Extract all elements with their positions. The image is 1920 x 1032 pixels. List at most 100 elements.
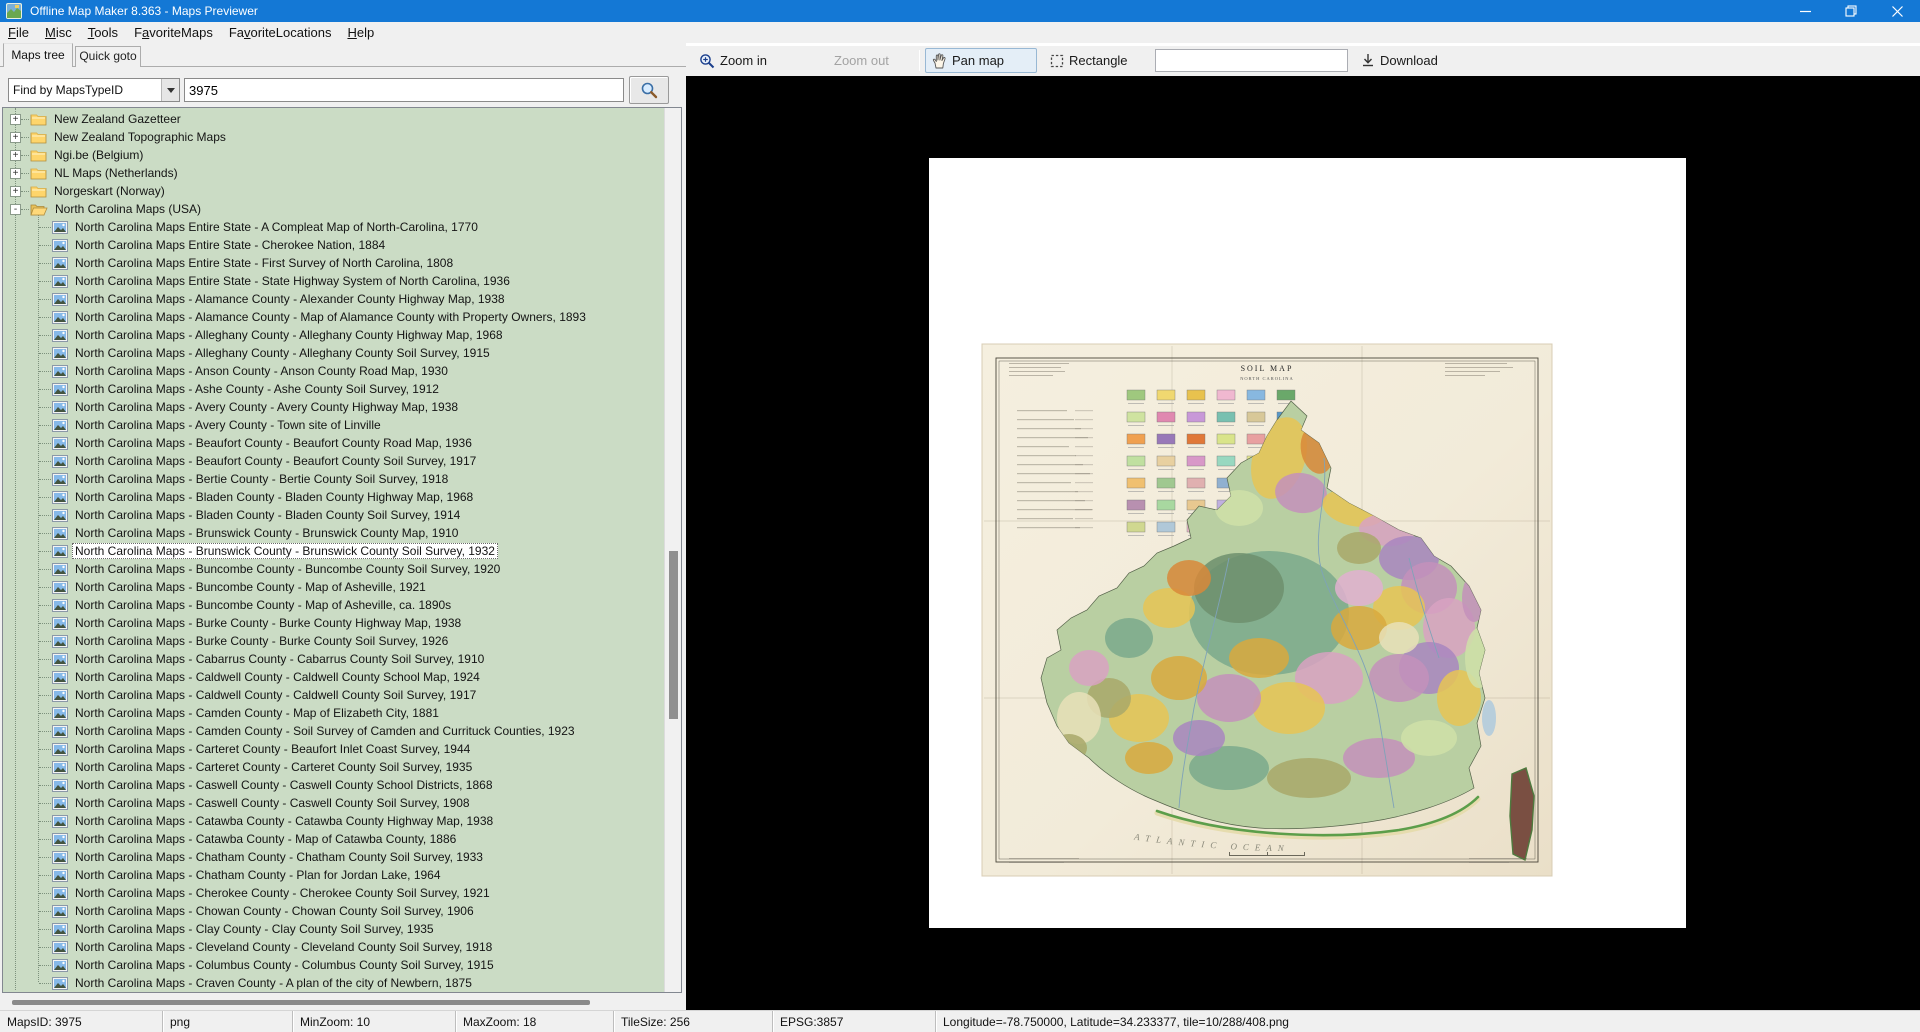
tree-item[interactable]: North Carolina Maps - Camden County - So… bbox=[3, 722, 664, 740]
tree-item[interactable]: North Carolina Maps - Cabarrus County - … bbox=[3, 650, 664, 668]
tree-connector bbox=[39, 461, 51, 462]
tree-item[interactable]: North Carolina Maps - Bladen County - Bl… bbox=[3, 506, 664, 524]
minimize-button[interactable] bbox=[1782, 0, 1828, 22]
zoom-in-button[interactable]: Zoom in bbox=[692, 48, 774, 73]
tab-quick-goto[interactable]: Quick goto bbox=[75, 46, 141, 67]
tree-item[interactable]: North Carolina Maps - Chatham County - C… bbox=[3, 848, 664, 866]
tree-horizontal-scrollbar[interactable] bbox=[0, 995, 686, 1009]
rectangle-button[interactable]: Rectangle bbox=[1043, 48, 1135, 73]
menu-item-favoritelocations[interactable]: FavoriteLocations bbox=[221, 23, 340, 42]
tab-maps-tree[interactable]: Maps tree bbox=[3, 43, 73, 67]
menu-item-tools[interactable]: Tools bbox=[80, 23, 126, 42]
tree-item[interactable]: North Carolina Maps - Buncombe County - … bbox=[3, 578, 664, 596]
tree-item[interactable]: North Carolina Maps - Alamance County - … bbox=[3, 290, 664, 308]
tree-folder[interactable]: - North Carolina Maps (USA) bbox=[3, 200, 664, 218]
tree-item[interactable]: North Carolina Maps - Catawba County - M… bbox=[3, 830, 664, 848]
tree-item-label: North Carolina Maps - Burke County - Bur… bbox=[72, 615, 464, 631]
tree-item[interactable]: North Carolina Maps - Camden County - Ma… bbox=[3, 704, 664, 722]
tree-item[interactable]: North Carolina Maps - Caswell County - C… bbox=[3, 794, 664, 812]
tree-item[interactable]: North Carolina Maps Entire State - A Com… bbox=[3, 218, 664, 236]
tree-connector bbox=[39, 407, 51, 408]
restore-button[interactable] bbox=[1828, 0, 1874, 22]
expand-icon[interactable]: + bbox=[10, 132, 21, 143]
tree-connector bbox=[39, 245, 51, 246]
tree-item[interactable]: North Carolina Maps - Alleghany County -… bbox=[3, 344, 664, 362]
tree-folder[interactable]: +New Zealand Gazetteer bbox=[3, 110, 664, 128]
tree-vertical-scrollbar[interactable] bbox=[664, 108, 681, 992]
tree-item[interactable]: North Carolina Maps - Burke County - Bur… bbox=[3, 614, 664, 632]
expand-icon[interactable]: + bbox=[10, 186, 21, 197]
tree-item-label: North Carolina Maps - Cleveland County -… bbox=[72, 939, 495, 955]
tree-folder[interactable]: +Norgeskart (Norway) bbox=[3, 182, 664, 200]
tree-folder[interactable]: +NL Maps (Netherlands) bbox=[3, 164, 664, 182]
tree-folder[interactable]: +New Zealand Topographic Maps bbox=[3, 128, 664, 146]
tree-item[interactable]: North Carolina Maps - Beaufort County - … bbox=[3, 452, 664, 470]
tree-item[interactable]: North Carolina Maps - Brunswick County -… bbox=[3, 542, 664, 560]
map-thumbnail-icon bbox=[52, 851, 68, 864]
tree-item[interactable]: North Carolina Maps Entire State - Chero… bbox=[3, 236, 664, 254]
tree-connector bbox=[39, 803, 51, 804]
tree-item[interactable]: North Carolina Maps - Caswell County - C… bbox=[3, 776, 664, 794]
expand-icon[interactable]: + bbox=[10, 114, 21, 125]
app-window: Offline Map Maker 8.363 - Maps Previewer… bbox=[0, 0, 1920, 1032]
map-thumbnail-icon bbox=[52, 671, 68, 684]
tree-folder[interactable]: +Ngi.be (Belgium) bbox=[3, 146, 664, 164]
maps-tree[interactable]: +New Zealand Gazetteer+New Zealand Topog… bbox=[2, 107, 682, 993]
map-page[interactable]: SOIL MAP NORTH CAROLINA bbox=[929, 158, 1686, 928]
tree-item[interactable]: North Carolina Maps - Carteret County - … bbox=[3, 740, 664, 758]
tree-item[interactable]: North Carolina Maps - Bladen County - Bl… bbox=[3, 488, 664, 506]
tree-item[interactable]: North Carolina Maps - Cleveland County -… bbox=[3, 938, 664, 956]
tree-item[interactable]: North Carolina Maps - Alleghany County -… bbox=[3, 326, 664, 344]
tree-item[interactable]: North Carolina Maps - Craven County - A … bbox=[3, 974, 664, 992]
tree-item[interactable]: North Carolina Maps - Avery County - Tow… bbox=[3, 416, 664, 434]
find-by-combobox[interactable]: Find by MapsTypeID bbox=[8, 78, 180, 102]
tree-item[interactable]: North Carolina Maps - Clay County - Clay… bbox=[3, 920, 664, 938]
zoom-out-button[interactable]: Zoom out bbox=[827, 48, 896, 73]
tree-item[interactable]: North Carolina Maps - Caldwell County - … bbox=[3, 686, 664, 704]
search-icon bbox=[640, 81, 658, 99]
tree-item[interactable]: North Carolina Maps - Cherokee County - … bbox=[3, 884, 664, 902]
left-panel: Maps tree Quick goto Find by MapsTypeID … bbox=[0, 43, 686, 1010]
tree-connector bbox=[39, 605, 51, 606]
tree-item[interactable]: North Carolina Maps - Chatham County - P… bbox=[3, 866, 664, 884]
tree-folder-label: North Carolina Maps (USA) bbox=[52, 201, 204, 217]
tree-item[interactable]: North Carolina Maps - Alamance County - … bbox=[3, 308, 664, 326]
tree-item[interactable]: North Carolina Maps Entire State - State… bbox=[3, 272, 664, 290]
map-thumbnail-icon bbox=[52, 635, 68, 648]
tree-item[interactable]: North Carolina Maps - Carteret County - … bbox=[3, 758, 664, 776]
tree-item[interactable]: North Carolina Maps - Brunswick County -… bbox=[3, 524, 664, 542]
tree-item[interactable]: North Carolina Maps - Columbus County - … bbox=[3, 956, 664, 974]
tree-vertical-scrollbar-thumb[interactable] bbox=[669, 551, 678, 719]
tree-item-label: North Carolina Maps - Caswell County - C… bbox=[72, 777, 496, 793]
search-button[interactable] bbox=[629, 76, 669, 104]
expand-icon[interactable]: + bbox=[10, 168, 21, 179]
tree-item[interactable]: North Carolina Maps Entire State - First… bbox=[3, 254, 664, 272]
search-input[interactable] bbox=[184, 78, 624, 102]
download-button[interactable]: Download bbox=[1354, 48, 1445, 73]
menu-item-favoritemaps[interactable]: FavoriteMaps bbox=[126, 23, 221, 42]
map-viewport[interactable]: SOIL MAP NORTH CAROLINA bbox=[686, 76, 1920, 1010]
collapse-icon[interactable]: - bbox=[10, 204, 21, 215]
combobox-dropdown-button[interactable] bbox=[161, 79, 179, 101]
tree-item[interactable]: North Carolina Maps - Catawba County - C… bbox=[3, 812, 664, 830]
pan-map-button[interactable]: Pan map bbox=[925, 48, 1037, 73]
tree-item[interactable]: North Carolina Maps - Caldwell County - … bbox=[3, 668, 664, 686]
toolbar-address-input[interactable] bbox=[1155, 49, 1348, 72]
menu-item-help[interactable]: Help bbox=[339, 23, 382, 42]
tree-item[interactable]: North Carolina Maps - Buncombe County - … bbox=[3, 596, 664, 614]
tree-item[interactable]: North Carolina Maps - Beaufort County - … bbox=[3, 434, 664, 452]
close-button[interactable] bbox=[1874, 0, 1920, 22]
tree-item[interactable]: North Carolina Maps - Burke County - Bur… bbox=[3, 632, 664, 650]
tree-item[interactable]: North Carolina Maps - Anson County - Ans… bbox=[3, 362, 664, 380]
tree-item[interactable]: North Carolina Maps - Chowan County - Ch… bbox=[3, 902, 664, 920]
expand-icon[interactable]: + bbox=[10, 150, 21, 161]
tree-item[interactable]: North Carolina Maps - Bertie County - Be… bbox=[3, 470, 664, 488]
tree-item[interactable]: North Carolina Maps - Buncombe County - … bbox=[3, 560, 664, 578]
menu-item-file[interactable]: File bbox=[0, 23, 37, 42]
tree-horizontal-scrollbar-thumb[interactable] bbox=[12, 1000, 590, 1005]
menu-item-misc[interactable]: Misc bbox=[37, 23, 80, 42]
tree-item[interactable]: North Carolina Maps - Avery County - Ave… bbox=[3, 398, 664, 416]
titlebar[interactable]: Offline Map Maker 8.363 - Maps Previewer bbox=[0, 0, 1920, 22]
tree-connector bbox=[39, 857, 51, 858]
tree-item[interactable]: North Carolina Maps - Ashe County - Ashe… bbox=[3, 380, 664, 398]
